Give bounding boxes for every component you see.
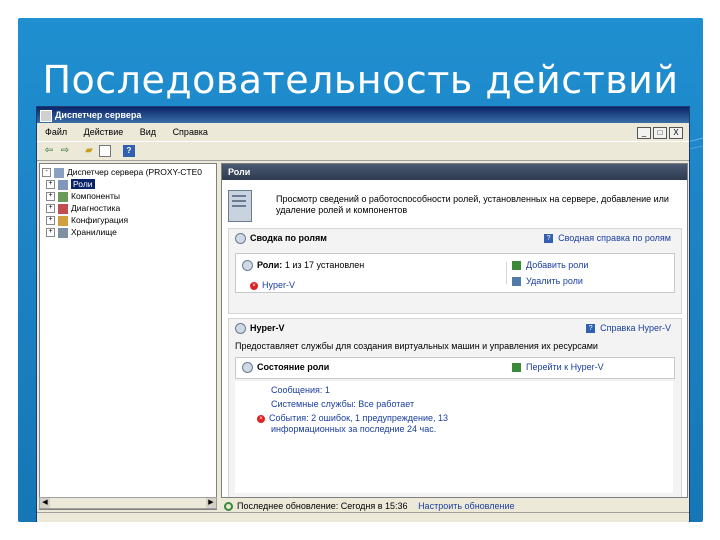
menu-view[interactable]: Вид xyxy=(140,127,156,137)
tree-item-configuration[interactable]: + Конфигурация xyxy=(46,214,128,226)
expand-icon[interactable]: + xyxy=(46,216,55,226)
help-icon: ? xyxy=(586,324,596,334)
refresh-icon[interactable] xyxy=(224,502,233,512)
slide-title: Последовательность действий xyxy=(42,58,679,102)
expand-icon[interactable]: + xyxy=(46,192,55,202)
tree-horizontal-scrollbar[interactable]: ◀ ▶ xyxy=(39,497,217,509)
roles-summary-title[interactable]: Сводка по ролям xyxy=(235,233,327,245)
tree-item-storage[interactable]: + Хранилище xyxy=(46,226,117,238)
scroll-right-icon[interactable]: ▶ xyxy=(206,498,216,508)
expand-icon[interactable]: + xyxy=(46,180,55,190)
help-icon[interactable]: ? xyxy=(123,145,135,157)
maximize-button[interactable]: □ xyxy=(653,127,667,139)
collapse-icon[interactable] xyxy=(235,233,246,245)
features-icon xyxy=(58,191,68,202)
status-bar: Последнее обновление: Сегодня в 15:36 На… xyxy=(221,499,686,513)
roles-summary-box: Роли: 1 из 17 установлен × Hyper-V Добави… xyxy=(235,253,675,293)
menu-file[interactable]: Файл xyxy=(45,127,67,137)
goto-hyperv-link[interactable]: Перейти к Hyper-V xyxy=(512,362,604,373)
expand-icon[interactable]: - xyxy=(42,168,51,178)
menu-bar: Файл Действие Вид Справка xyxy=(37,125,689,139)
configure-refresh-link[interactable]: Настроить обновление xyxy=(418,501,514,511)
role-item-hyperv[interactable]: × Hyper-V xyxy=(250,280,295,290)
expand-icon[interactable]: + xyxy=(46,204,55,214)
menu-help[interactable]: Справка xyxy=(173,127,208,137)
roles-panel: Роли Просмотр сведений о работоспособнос… xyxy=(221,163,688,498)
server-icon xyxy=(228,190,252,222)
add-roles-link[interactable]: Добавить роли xyxy=(512,260,588,271)
tree-item-diagnostics[interactable]: + Диагностика xyxy=(46,202,120,214)
roles-icon xyxy=(58,179,68,190)
hyperv-goto-icon xyxy=(512,363,521,373)
hyperv-description: Предоставляет службы для создания виртуа… xyxy=(235,341,598,351)
window-titlebar[interactable]: Диспетчер сервера xyxy=(37,107,689,123)
services-link[interactable]: Системные службы: Все работает xyxy=(271,399,414,409)
close-button[interactable]: X xyxy=(669,127,683,139)
tree-root[interactable]: - Диспетчер сервера (PROXY-CTE0 xyxy=(42,166,202,178)
messages-link[interactable]: Сообщения: 1 xyxy=(271,385,330,395)
hyperv-help-link[interactable]: ? Справка Hyper-V xyxy=(586,323,671,334)
forward-icon[interactable]: ⇨ xyxy=(59,145,71,157)
tree-item-features[interactable]: + Компоненты xyxy=(46,190,120,202)
configuration-icon xyxy=(58,215,68,226)
toolbar: ⇦ ⇨ ▰ ? xyxy=(37,141,689,161)
storage-icon xyxy=(58,227,68,238)
properties-icon[interactable] xyxy=(99,145,111,157)
tree-item-roles[interactable]: + Роли xyxy=(46,178,95,190)
roles-panel-header: Роли xyxy=(222,164,687,180)
menu-action[interactable]: Действие xyxy=(84,127,124,137)
roles-description: Просмотр сведений о работоспособности ро… xyxy=(276,194,669,215)
divider xyxy=(506,262,507,284)
collapse-icon[interactable] xyxy=(235,323,246,335)
role-status-bar: Состояние роли Перейти к Hyper-V xyxy=(235,357,675,379)
bottom-status-strip xyxy=(37,512,689,522)
app-icon xyxy=(40,110,52,122)
role-status-details: Сообщения: 1 Системные службы: Все работ… xyxy=(235,381,673,493)
roles-count: Роли: 1 из 17 установлен xyxy=(242,260,364,272)
slide: Последовательность действий Диспетчер се… xyxy=(18,18,703,522)
collapse-icon[interactable] xyxy=(242,260,253,272)
roles-summary-help-link[interactable]: ? Сводная справка по ролям xyxy=(544,233,671,244)
events-item-line2[interactable]: информационных за последние 24 час. xyxy=(271,424,436,434)
hyperv-section: Hyper-V ? Справка Hyper-V Предоставляет с… xyxy=(228,318,682,497)
window-title: Диспетчер сервера xyxy=(55,110,142,120)
collapse-icon[interactable] xyxy=(242,362,253,374)
add-roles-icon xyxy=(512,261,521,271)
minimize-button[interactable]: _ xyxy=(637,127,651,139)
server-manager-window: Диспетчер сервера Файл Действие Вид Спра… xyxy=(36,106,690,522)
navigation-tree: - Диспетчер сервера (PROXY-CTE0 + Роли + Ко… xyxy=(39,163,217,510)
role-status-title[interactable]: Состояние роли xyxy=(242,362,329,374)
events-item[interactable]: × События: 2 ошибок, 1 предупреждение, 13 xyxy=(257,413,448,423)
remove-roles-icon xyxy=(512,277,521,287)
diagnostics-icon xyxy=(58,203,68,214)
error-icon: × xyxy=(257,414,265,423)
window-controls: _ □ X xyxy=(637,127,683,139)
expand-icon[interactable]: + xyxy=(46,228,55,238)
error-icon: × xyxy=(250,281,258,290)
last-update-text: Последнее обновление: Сегодня в 15:36 xyxy=(237,501,408,511)
folder-icon[interactable]: ▰ xyxy=(83,145,95,157)
help-icon: ? xyxy=(544,234,554,244)
back-icon[interactable]: ⇦ xyxy=(43,145,55,157)
roles-summary-section: Сводка по ролям ? Сводная справка по роля… xyxy=(228,228,682,314)
hyperv-title[interactable]: Hyper-V xyxy=(235,323,285,335)
scroll-left-icon[interactable]: ◀ xyxy=(40,498,50,508)
remove-roles-link[interactable]: Удалить роли xyxy=(512,276,583,287)
server-node-icon xyxy=(54,167,64,178)
